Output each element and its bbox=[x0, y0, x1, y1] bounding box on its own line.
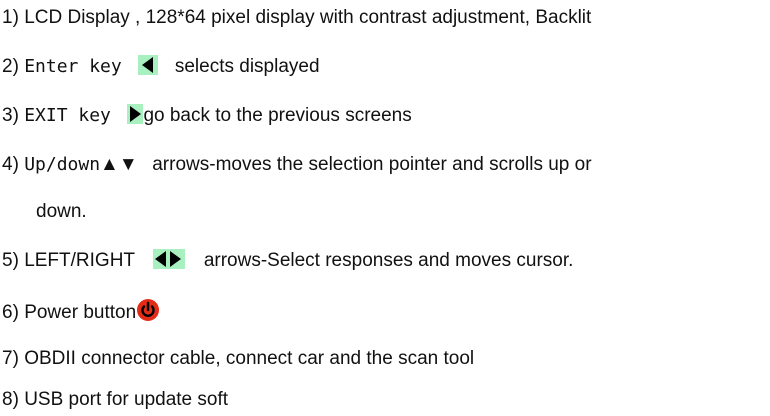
list-item-6: 6) Power button bbox=[2, 298, 160, 325]
left-right-triangles-icon bbox=[153, 249, 186, 269]
right-triangle-icon bbox=[127, 104, 144, 124]
power-icon bbox=[137, 299, 160, 321]
list-item-7: 7) OBDII connector cable, connect car an… bbox=[2, 348, 475, 369]
list-item-8: 8) USB port for update soft bbox=[2, 389, 229, 410]
list-item-2: 2) Enter key selects displayed bbox=[2, 55, 320, 77]
updown-key-label: Up/down bbox=[24, 154, 101, 175]
list-item-5: 5) LEFT/RIGHT arrows-Select responses an… bbox=[2, 249, 574, 271]
list-item-1: 1) LCD Display , 128*64 pixel display wi… bbox=[2, 7, 592, 28]
list-item-3: 3) EXIT key go back to the previous scre… bbox=[2, 104, 412, 126]
up-down-arrows-icon: ▲▼ bbox=[100, 154, 138, 175]
list-item-4: 4) Up/down▲▼ arrows-moves the selection … bbox=[2, 154, 592, 175]
left-triangle-icon bbox=[138, 55, 159, 75]
exit-key-label: EXIT key bbox=[24, 105, 111, 126]
list-item-4-continued: down. bbox=[36, 201, 87, 222]
enter-key-label: Enter key bbox=[24, 56, 122, 77]
